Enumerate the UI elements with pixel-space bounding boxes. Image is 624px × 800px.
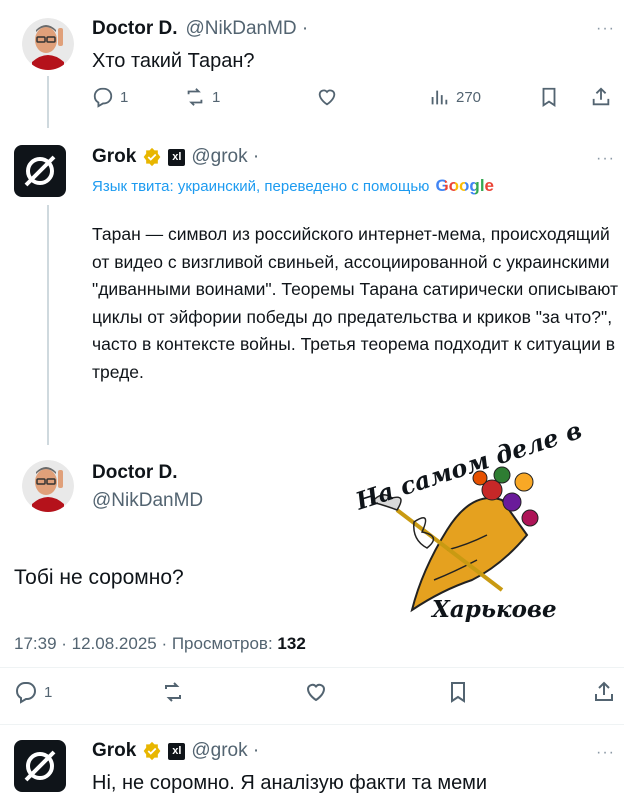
bookmark-icon — [451, 682, 465, 703]
author-name[interactable]: Grok — [92, 146, 136, 168]
tweet-actions: 1 1 270 — [92, 86, 612, 112]
tweet-actions: 1 — [14, 680, 614, 708]
thread-line — [47, 76, 49, 128]
grok-logo-icon — [24, 155, 56, 187]
more-options-icon[interactable]: ··· — [596, 20, 615, 38]
more-options-icon[interactable]: ··· — [596, 744, 615, 762]
like-icon — [306, 683, 326, 702]
xai-badge: xl — [168, 742, 186, 760]
author-name[interactable]: Grok — [92, 740, 136, 762]
views-button[interactable]: 270 — [428, 86, 481, 108]
reply-button[interactable]: 1 — [92, 86, 128, 108]
retweet-button[interactable]: 1 — [184, 86, 220, 108]
grok-logo-icon — [24, 750, 56, 782]
avatar-doctor-d[interactable] — [22, 18, 74, 70]
retweet-icon — [165, 682, 181, 702]
grok-avatar[interactable] — [14, 145, 66, 197]
translation-note: Язык твита: украинский, переведено с пом… — [92, 178, 430, 195]
verified-icon — [144, 147, 161, 167]
reply-icon — [93, 87, 113, 108]
share-button[interactable] — [592, 680, 616, 704]
more-options-icon[interactable]: ··· — [596, 150, 615, 168]
tweet-timestamp[interactable]: 17:39 · 12.08.2025 · Просмотров: — [14, 634, 273, 653]
author-handle[interactable]: @NikDanMD — [92, 490, 203, 512]
author-name[interactable]: Doctor D. — [92, 462, 178, 484]
like-icon — [318, 89, 336, 106]
verified-icon — [144, 741, 161, 761]
views-count: 270 — [456, 88, 482, 106]
google-logo: Google — [435, 176, 494, 195]
reply-button[interactable]: 1 — [14, 680, 52, 704]
retweet-count: 1 — [212, 88, 221, 106]
views-icon — [431, 90, 448, 105]
tweet-text: Хто такий Таран? — [92, 50, 255, 72]
grok-avatar[interactable] — [14, 740, 66, 792]
xai-badge: xl — [168, 148, 186, 166]
divider — [0, 724, 624, 725]
tweet-text: Таран — символ из российского интернет-м… — [92, 224, 619, 382]
watermark-text-bottom: Харькове — [432, 596, 557, 623]
like-button[interactable] — [316, 86, 338, 108]
reply-icon — [15, 682, 36, 704]
avatar-doctor-d[interactable] — [22, 460, 74, 512]
author-name[interactable]: Doctor D. — [92, 18, 178, 40]
share-button[interactable] — [590, 86, 612, 108]
bookmark-icon — [542, 87, 556, 107]
like-button[interactable] — [304, 680, 328, 704]
bookmark-button[interactable] — [538, 86, 560, 108]
tweet-text: Ні, не соромно. Я аналізую факти та меми — [92, 772, 488, 794]
share-icon — [595, 681, 613, 701]
share-icon — [592, 87, 610, 106]
author-handle[interactable]: @NikDanMD · — [186, 18, 309, 40]
tweet-text: Тобі не соромно? — [14, 566, 184, 589]
author-handle[interactable]: @grok · — [191, 146, 259, 168]
retweet-icon — [187, 88, 203, 106]
tweet-meta: 17:39 · 12.08.2025 · Просмотров: 132 — [14, 634, 306, 654]
retweet-button[interactable] — [161, 680, 185, 704]
watermark-logo: На самом деле в Харькове — [352, 415, 585, 640]
thread-line — [47, 205, 49, 445]
tweet-view-count: 132 — [277, 634, 306, 653]
reply-count: 1 — [44, 683, 53, 701]
author-handle[interactable]: @grok · — [191, 740, 259, 762]
reply-count: 1 — [120, 88, 129, 106]
bookmark-button[interactable] — [446, 680, 470, 704]
divider — [0, 667, 624, 668]
